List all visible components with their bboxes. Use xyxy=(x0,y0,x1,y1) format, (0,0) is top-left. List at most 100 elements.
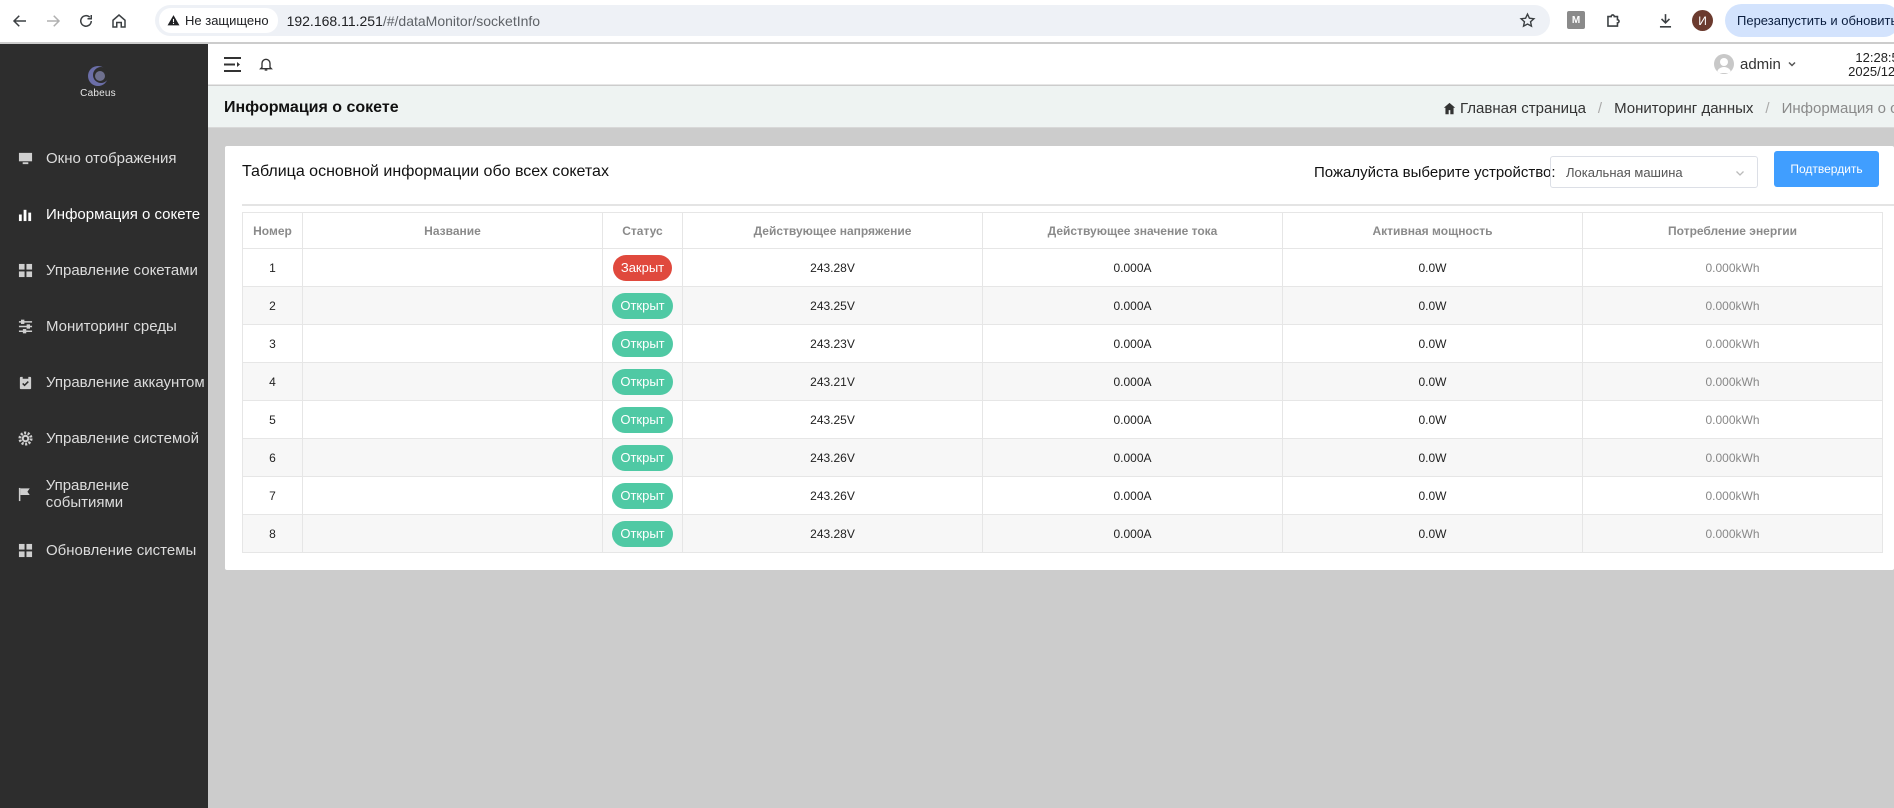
download-icon[interactable] xyxy=(1656,11,1675,30)
sidebar-item-environment[interactable]: Мониторинг среды xyxy=(0,306,208,346)
cell-power: 0.0W xyxy=(1282,514,1583,553)
cell-power: 0.0W xyxy=(1282,248,1583,287)
socket-table: Номер Название Статус Действующее напряж… xyxy=(242,212,1883,553)
cell-voltage: 243.26V xyxy=(682,438,983,477)
address-bar[interactable]: Не защищено 192.168.11.251/#/dataMonitor… xyxy=(155,5,1550,36)
sidebar: Cabeus Окно отображения Информация о сок… xyxy=(0,44,208,808)
status-badge: Закрыт xyxy=(612,254,673,281)
socket-info-card: Таблица основной информации обо всех сок… xyxy=(225,146,1894,570)
sidebar-item-update[interactable]: Обновление системы xyxy=(0,530,208,570)
cell-number: 1 xyxy=(242,248,303,287)
cell-current: 0.000A xyxy=(982,476,1283,515)
cell-power: 0.0W xyxy=(1282,362,1583,401)
sidebar-item-display[interactable]: Окно отображения xyxy=(0,138,208,178)
cell-name xyxy=(302,514,603,553)
cell-current: 0.000A xyxy=(982,514,1283,553)
cell-current: 0.000A xyxy=(982,248,1283,287)
forward-icon[interactable] xyxy=(40,8,66,34)
clock-date: 2025/12/0 xyxy=(1848,64,1894,79)
security-label: Не защищено xyxy=(185,13,269,28)
flag-icon xyxy=(17,486,33,502)
cell-power: 0.0W xyxy=(1282,400,1583,439)
cell-name xyxy=(302,324,603,363)
confirm-button[interactable]: Подтвердить xyxy=(1774,151,1879,187)
table-header-row: Номер Название Статус Действующее напряж… xyxy=(242,212,1883,249)
home-icon xyxy=(1443,102,1456,115)
logo: Cabeus xyxy=(74,64,122,104)
bookmark-star-icon[interactable] xyxy=(1519,12,1536,29)
user-avatar xyxy=(1714,54,1734,74)
cell-number: 8 xyxy=(242,514,303,553)
cell-status: Открыт xyxy=(602,514,683,553)
chevron-down-icon xyxy=(1788,61,1796,67)
bell-icon[interactable] xyxy=(258,56,274,72)
sidebar-item-label: Мониторинг среды xyxy=(46,317,177,335)
breadcrumb-separator: / xyxy=(1597,100,1603,117)
grid-icon xyxy=(17,262,33,278)
cell-status: Открыт xyxy=(602,324,683,363)
column-header: Действующее напряжение xyxy=(682,212,983,249)
sidebar-item-events[interactable]: Управление событиями xyxy=(0,474,208,514)
home-icon[interactable] xyxy=(106,8,132,34)
menu-toggle-icon[interactable] xyxy=(224,57,241,72)
logo-mark-icon xyxy=(88,66,109,86)
page-header: Информация о сокете Главная страница / М… xyxy=(208,86,1894,128)
sidebar-item-label: Информация о сокете xyxy=(46,205,201,223)
chevron-down-icon xyxy=(1736,171,1744,176)
user-menu[interactable]: admin xyxy=(1714,54,1797,74)
sidebar-item-label: Управление событиями xyxy=(45,477,130,511)
breadcrumb-separator: / xyxy=(1765,100,1770,117)
breadcrumb: Главная страница / Мониторинг данных / И… xyxy=(1443,100,1894,117)
status-badge: Открыт xyxy=(612,292,673,319)
breadcrumb-home[interactable]: Главная страница xyxy=(1460,100,1586,117)
sidebar-item-account[interactable]: Управление аккаунтом xyxy=(0,362,208,402)
url-path: /#/dataMonitor/socketInfo xyxy=(382,12,541,29)
cell-energy: 0.000kWh xyxy=(1582,362,1883,401)
back-icon[interactable] xyxy=(7,8,33,34)
sidebar-item-label: Управление сокетами xyxy=(46,261,198,279)
cell-number: 7 xyxy=(242,476,303,515)
cell-name xyxy=(302,476,603,515)
cell-current: 0.000A xyxy=(982,400,1283,439)
table-row: 3 Открыт 243.23V 0.000A 0.0W 0.000kWh xyxy=(242,324,1883,363)
cell-name xyxy=(302,362,603,401)
cell-number: 5 xyxy=(242,400,303,439)
status-badge: Открыт xyxy=(612,520,673,547)
puzzle-icon[interactable] xyxy=(1604,11,1623,30)
url-text[interactable]: 192.168.11.251/#/dataMonitor/socketInfo xyxy=(287,13,540,29)
cell-number: 2 xyxy=(242,286,303,325)
device-select[interactable]: Локальная машина xyxy=(1550,156,1758,188)
cell-voltage: 243.26V xyxy=(682,476,983,515)
cell-number: 3 xyxy=(242,324,303,363)
status-badge: Открыт xyxy=(612,406,673,433)
cell-status: Открыт xyxy=(602,438,683,477)
table-row: 5 Открыт 243.25V 0.000A 0.0W 0.000kWh xyxy=(242,400,1883,439)
cell-status: Открыт xyxy=(602,362,683,401)
cell-name xyxy=(302,438,603,477)
table-row: 2 Открыт 243.25V 0.000A 0.0W 0.000kWh xyxy=(242,286,1883,325)
profile-avatar[interactable]: И xyxy=(1692,10,1713,31)
breadcrumb-data-monitoring[interactable]: Мониторинг данных xyxy=(1614,100,1753,117)
sidebar-item-label: Управление аккаунтом xyxy=(46,373,205,391)
cell-current: 0.000A xyxy=(982,324,1283,363)
reload-icon[interactable] xyxy=(73,8,99,34)
cell-status: Открыт xyxy=(602,400,683,439)
bar-chart-icon xyxy=(17,206,33,222)
sidebar-item-label: Окно отображения xyxy=(46,149,177,167)
security-chip[interactable]: Не защищено xyxy=(159,8,278,33)
cell-power: 0.0W xyxy=(1282,324,1583,363)
cell-power: 0.0W xyxy=(1282,476,1583,515)
cell-energy: 0.000kWh xyxy=(1582,324,1883,363)
user-icon xyxy=(1717,58,1731,73)
extension-m-icon[interactable]: M xyxy=(1567,11,1585,29)
relaunch-button[interactable]: Перезапустить и обновить xyxy=(1725,4,1894,37)
sidebar-item-system[interactable]: Управление системой xyxy=(0,418,208,458)
cell-name xyxy=(302,286,603,325)
sidebar-item-socket-management[interactable]: Управление сокетами xyxy=(0,250,208,290)
gear-icon xyxy=(17,430,33,446)
grid-icon xyxy=(17,542,33,558)
cell-status: Открыт xyxy=(602,286,683,325)
sidebar-item-socket-info[interactable]: Информация о сокете xyxy=(0,194,208,234)
sliders-icon xyxy=(17,318,33,334)
browser-toolbar: Не защищено 192.168.11.251/#/dataMonitor… xyxy=(0,0,1894,42)
